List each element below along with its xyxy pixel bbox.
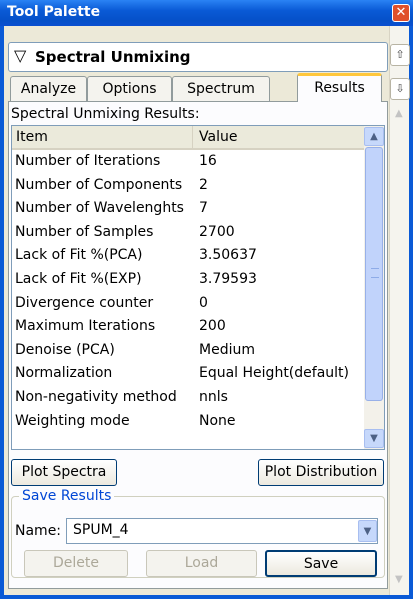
collapse-triangle-icon[interactable]: ▽: [14, 46, 26, 65]
palette-scroll-up-icon[interactable]: ▲: [395, 108, 403, 119]
row-item-cell: Number of Components: [15, 176, 183, 193]
row-value-cell: 2: [199, 176, 208, 193]
table-body: Number of Iterations 16 Number of Componen…: [12, 150, 364, 433]
tab-spectrum[interactable]: Spectrum: [172, 76, 270, 101]
column-header-item[interactable]: Item: [16, 129, 48, 145]
table-scroll-thumb[interactable]: [365, 147, 383, 401]
table-row[interactable]: Number of Wavelenghts 7: [12, 197, 364, 221]
row-item-cell: Number of Wavelenghts: [15, 200, 184, 217]
table-scrollbar[interactable]: ▲ ▼: [364, 126, 384, 449]
title-bar[interactable]: Tool Palette ✕: [0, 0, 413, 26]
row-item-cell: Lack of Fit %(PCA): [15, 247, 143, 264]
row-item-cell: Lack of Fit %(EXP): [15, 270, 142, 287]
table-row[interactable]: Number of Components 2: [12, 174, 364, 198]
save-results-title: Save Results: [19, 488, 115, 504]
row-value-cell: 3.50637: [199, 247, 257, 264]
table-row[interactable]: Lack of Fit %(EXP) 3.79593: [12, 268, 364, 292]
row-item-cell: Number of Samples: [15, 223, 154, 240]
tab-results[interactable]: Results: [297, 73, 382, 102]
row-value-cell: nnls: [199, 388, 228, 405]
save-button[interactable]: Save: [265, 550, 377, 577]
palette-scrollbar[interactable]: ⇧ ⇩ ▲ ▼: [389, 26, 410, 595]
column-divider[interactable]: [192, 126, 193, 148]
row-value-cell: Medium: [199, 341, 255, 358]
row-value-cell: None: [199, 412, 236, 429]
plot-distribution-button[interactable]: Plot Distribution: [258, 459, 384, 486]
row-value-cell: 7: [199, 200, 208, 217]
delete-button[interactable]: Delete: [24, 550, 128, 577]
table-row[interactable]: Normalization Equal Height(default): [12, 362, 364, 386]
table-row[interactable]: Non-negativity method nnls: [12, 386, 364, 410]
chevron-down-icon[interactable]: ▼: [358, 520, 377, 542]
column-header-value[interactable]: Value: [199, 129, 237, 145]
row-value-cell: 3.79593: [199, 270, 257, 287]
load-button[interactable]: Load: [146, 550, 257, 577]
row-value-cell: Equal Height(default): [199, 365, 349, 382]
plot-spectra-button[interactable]: Plot Spectra: [11, 459, 117, 486]
table-row[interactable]: Maximum Iterations 200: [12, 315, 364, 339]
tab-options[interactable]: Options: [87, 76, 172, 101]
section-title: Spectral Unmixing: [35, 48, 191, 66]
results-section-label: Spectral Unmixing Results:: [11, 106, 200, 122]
table-row[interactable]: Divergence counter 0: [12, 292, 364, 316]
row-item-cell: Non-negativity method: [15, 388, 177, 405]
window-title: Tool Palette: [7, 4, 101, 20]
scroll-grip: [371, 268, 379, 278]
table-scroll-up-icon[interactable]: ▲: [364, 127, 384, 146]
row-value-cell: 200: [199, 318, 226, 335]
row-item-cell: Normalization: [15, 365, 113, 382]
table-row[interactable]: Lack of Fit %(PCA) 3.50637: [12, 244, 364, 268]
row-item-cell: Maximum Iterations: [15, 318, 156, 335]
row-item-cell: Number of Iterations: [15, 153, 161, 169]
move-down-icon[interactable]: ⇩: [390, 78, 410, 100]
row-value-cell: 16: [199, 153, 217, 169]
name-value[interactable]: SPUM_4: [73, 522, 129, 538]
row-item-cell: Weighting mode: [15, 412, 130, 429]
close-icon[interactable]: ✕: [392, 4, 410, 22]
move-up-icon[interactable]: ⇧: [390, 44, 410, 66]
name-combobox[interactable]: SPUM_4 ▼: [66, 518, 378, 544]
row-value-cell: 2700: [199, 223, 235, 240]
table-row[interactable]: Denoise (PCA) Medium: [12, 339, 364, 363]
row-item-cell: Divergence counter: [15, 294, 154, 311]
table-scroll-down-icon[interactable]: ▼: [364, 429, 384, 448]
table-row[interactable]: Number of Iterations 16: [12, 150, 364, 174]
table-row[interactable]: Number of Samples 2700: [12, 221, 364, 245]
name-label: Name:: [15, 523, 62, 539]
palette-scroll-down-icon[interactable]: ▼: [395, 574, 403, 585]
table-header: Item Value: [12, 126, 364, 150]
results-table: Item Value Number of Iterations 16 Number …: [11, 125, 385, 450]
tab-analyze[interactable]: Analyze: [10, 76, 87, 101]
row-value-cell: 0: [199, 294, 208, 311]
spectral-unmixing-header[interactable]: ▽ Spectral Unmixing: [8, 42, 388, 72]
row-item-cell: Denoise (PCA): [15, 341, 115, 358]
table-row[interactable]: Weighting mode None: [12, 410, 364, 434]
